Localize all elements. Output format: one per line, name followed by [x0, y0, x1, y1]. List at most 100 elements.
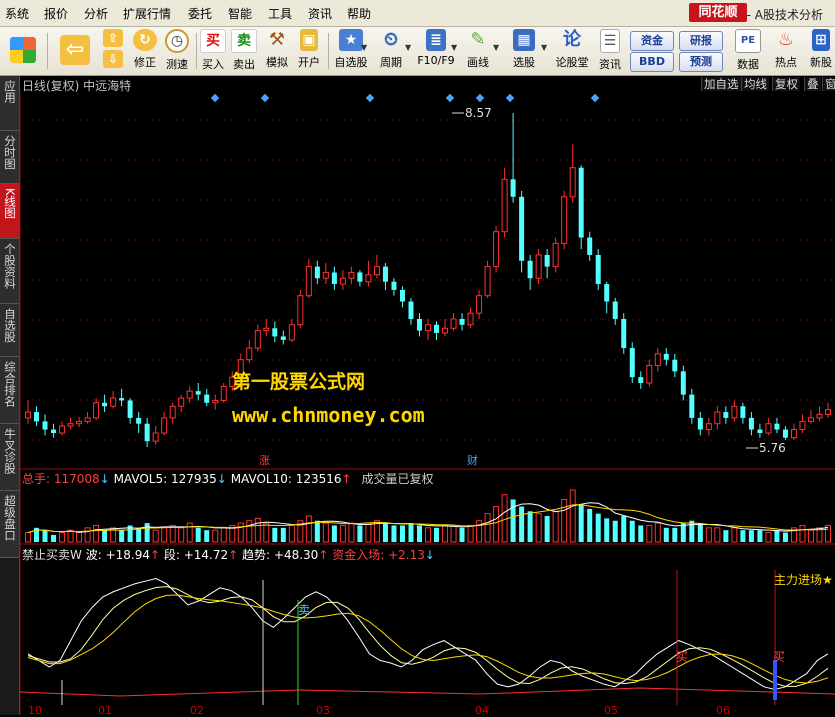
candle-body — [416, 318, 422, 331]
menu-analysis[interactable]: 分析 — [84, 5, 108, 22]
candle-body — [714, 411, 721, 425]
draw-button[interactable]: ✎ 画线 — [463, 29, 493, 73]
ipo-button[interactable]: ⊞ 新股 — [806, 29, 835, 73]
sidebar-item-diagnosis[interactable]: 牛叉诊股 — [0, 424, 19, 491]
kline-chart[interactable] — [0, 0, 835, 715]
menu-quotes[interactable]: 报价 — [44, 5, 68, 22]
chevron-down-icon[interactable]: ▼ — [361, 43, 367, 52]
tab-moving-average[interactable]: 均线 — [741, 77, 769, 91]
volume-bar — [689, 520, 695, 542]
simulate-button[interactable]: ⚒ 模拟 — [262, 29, 292, 73]
volume-bar — [654, 522, 661, 543]
volume-bar — [212, 529, 219, 543]
info-label: 资讯 — [599, 58, 621, 71]
sell-button[interactable]: 卖 卖出 — [231, 29, 257, 73]
sidebar-item-level2[interactable]: 超级盘口 — [0, 491, 19, 558]
indicator-wave: 波: +18.94 — [85, 548, 150, 562]
volume-bar — [297, 520, 304, 543]
candle-body — [740, 406, 746, 418]
high-price-label: 8.57 — [465, 106, 492, 120]
sidebar-item-label: 个股资料 — [3, 243, 17, 289]
sidebar-item-ranking[interactable]: 综合排名 — [0, 357, 19, 424]
sidebar-item-apps[interactable]: 应用 — [0, 76, 19, 131]
toolbar: ⇦ ⇧ ⇩ ↻ 修正 ◷ 测速 买 买入 卖 卖出 ⚒ 模拟 ▣ 开户 ★ 自选… — [0, 27, 835, 76]
tab-window[interactable]: 窗 — [822, 77, 835, 91]
candle-body — [382, 266, 388, 282]
candle-body — [161, 417, 168, 434]
open-account-button[interactable]: ▣ 开户 — [294, 29, 324, 73]
volume-bar — [382, 523, 388, 542]
chevron-down-icon[interactable]: ▼ — [541, 43, 547, 52]
candle-body — [102, 402, 108, 407]
layout-button[interactable] — [8, 29, 38, 73]
main-force-label: 主力进场★ — [774, 573, 833, 587]
buy-signal-label-2: 买 — [773, 650, 786, 664]
volume-bar — [621, 516, 627, 542]
period-clock-icon: ⏲ — [383, 29, 399, 50]
ipo-icon: ⊞ — [812, 29, 830, 51]
forum-label: 论股堂 — [555, 56, 589, 69]
hot-button[interactable]: ♨ 热点 — [770, 29, 802, 73]
sidebar-item-label: 超级盘口 — [3, 495, 17, 541]
volume-bar — [672, 527, 678, 542]
research-button[interactable]: 研报 — [679, 31, 723, 51]
buy-label: 买入 — [202, 58, 224, 71]
stock-picker-button[interactable]: ▦ 选股 — [508, 29, 540, 73]
speedtest-button[interactable]: ◷ 测速 — [162, 29, 192, 73]
volume-bar — [51, 534, 57, 542]
menu-help[interactable]: 帮助 — [347, 5, 371, 22]
candle-body — [305, 266, 312, 297]
chevron-down-icon[interactable]: ▼ — [451, 43, 457, 52]
volume-bar — [348, 522, 355, 543]
volume-bar — [646, 524, 653, 543]
diamond-marker — [475, 93, 485, 103]
candle-body — [110, 397, 117, 407]
volume-bar — [501, 494, 508, 543]
volume-bar — [748, 530, 754, 542]
data-button[interactable]: PE 数据 — [734, 29, 762, 73]
volume-bar — [459, 527, 465, 542]
volume-bar — [604, 518, 610, 542]
menu-extended-quotes[interactable]: 扩展行情 — [123, 5, 171, 22]
volume-bar — [519, 506, 525, 542]
volume-bar — [799, 524, 806, 543]
volume-bar — [127, 525, 133, 542]
bbd-button[interactable]: BBD — [630, 52, 674, 72]
sidebar-item-intraday[interactable]: 分时图 — [0, 131, 19, 184]
fix-button[interactable]: ↻ 修正 — [130, 29, 160, 73]
volume-bar — [535, 513, 542, 543]
chevron-down-icon[interactable]: ▼ — [405, 43, 411, 52]
event-finance-label[interactable]: 财 — [467, 452, 478, 468]
sidebar-item-stock-info[interactable]: 个股资料 — [0, 239, 19, 304]
sidebar-item-watchlist[interactable]: 自选股 — [0, 304, 19, 357]
sidebar-item-kline[interactable]: K线图 — [0, 184, 19, 239]
simulate-label: 模拟 — [266, 56, 288, 69]
chevron-down-icon[interactable]: ▼ — [493, 43, 499, 52]
period-button[interactable]: ⏲ 周期 — [375, 29, 407, 73]
tab-overlay[interactable]: 叠 — [804, 77, 821, 91]
forum-button[interactable]: 论 论股堂 — [552, 29, 592, 73]
event-rise-label[interactable]: 涨 — [259, 452, 270, 468]
tab-add-watchlist[interactable]: 加自选 — [701, 77, 741, 91]
volume-bar — [527, 511, 533, 542]
menu-tools[interactable]: 工具 — [268, 5, 292, 22]
candle-body — [638, 377, 644, 383]
back-button[interactable]: ⇦ — [58, 29, 92, 73]
sidebar-item-label: 牛叉诊股 — [3, 428, 17, 474]
volume-bar — [25, 532, 31, 543]
buy-signal-label: 买 — [676, 650, 689, 664]
menu-system[interactable]: 系统 — [5, 5, 29, 22]
funds-button[interactable]: 资金 — [630, 31, 674, 51]
buy-icon: 买 — [200, 29, 226, 53]
menu-trade[interactable]: 委托 — [188, 5, 212, 22]
info-button[interactable]: ☰ 资讯 — [596, 29, 624, 73]
tab-adjusted[interactable]: 复权 — [772, 77, 800, 91]
forecast-button[interactable]: 预测 — [679, 52, 723, 72]
candle-body — [561, 196, 568, 244]
candle-body — [348, 271, 355, 279]
buy-button[interactable]: 买 买入 — [200, 29, 226, 73]
up-down-button[interactable]: ⇧ ⇩ — [101, 29, 125, 73]
draw-label: 画线 — [467, 56, 489, 69]
menu-smart[interactable]: 智能 — [228, 5, 252, 22]
menu-news[interactable]: 资讯 — [308, 5, 332, 22]
